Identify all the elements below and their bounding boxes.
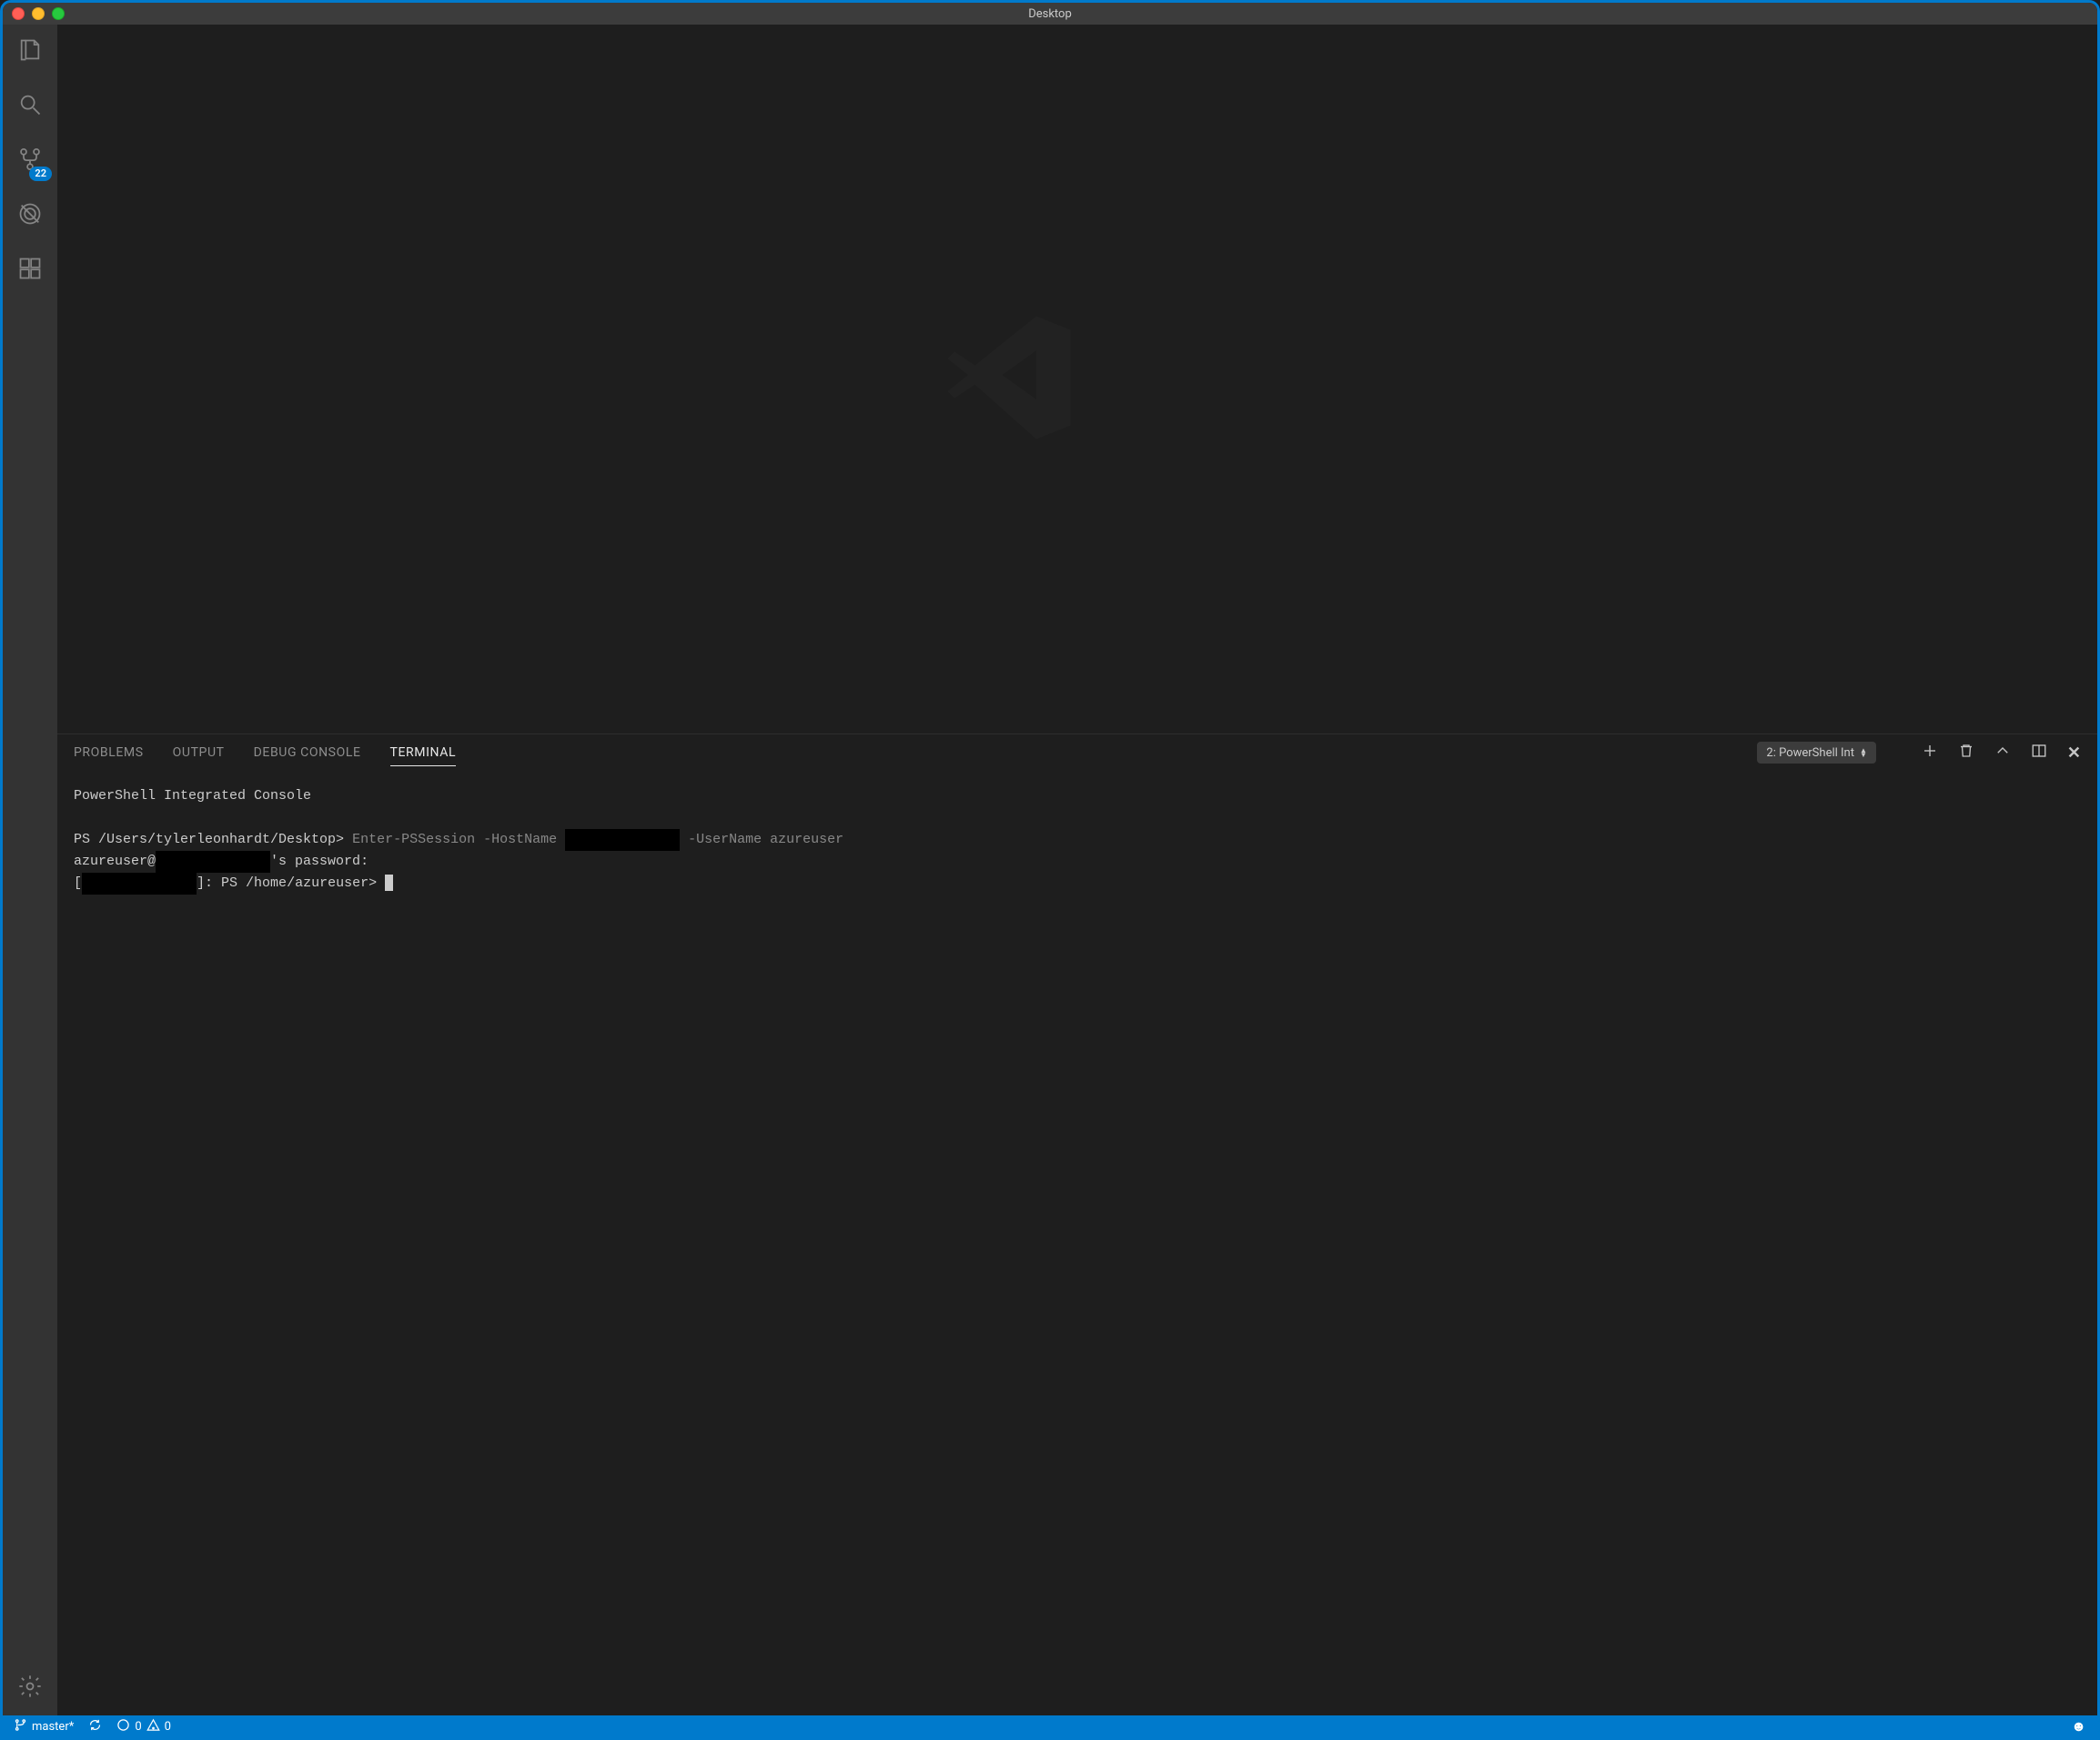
- terminal-picker-label: 2: PowerShell Int: [1766, 746, 1854, 760]
- redacted-host: [156, 851, 270, 873]
- close-panel-button[interactable]: ✕: [2067, 744, 2081, 763]
- status-feedback[interactable]: ☻: [2071, 1717, 2086, 1735]
- activity-source-control[interactable]: 22: [3, 147, 57, 176]
- terminal-banner: PowerShell Integrated Console: [74, 788, 311, 804]
- new-terminal-button[interactable]: [1922, 743, 1938, 763]
- chevron-up-icon: [1994, 743, 2011, 763]
- redacted-remote: [82, 873, 197, 895]
- terminal-cursor: [385, 875, 393, 891]
- status-error-count: 0: [135, 1720, 141, 1734]
- warning-icon: [146, 1718, 160, 1735]
- split-terminal-button[interactable]: [2031, 743, 2047, 763]
- terminal-prompt: PS /Users/tylerleonhardt/Desktop>: [74, 832, 344, 847]
- trash-icon: [1958, 743, 1974, 763]
- panel-tabs: PROBLEMS OUTPUT DEBUG CONSOLE TERMINAL 2…: [57, 734, 2097, 771]
- status-problems[interactable]: 0 0: [116, 1718, 171, 1735]
- status-branch-name: master*: [32, 1720, 74, 1734]
- status-bar: master* 0 0 ☻: [3, 1715, 2097, 1737]
- sync-icon: [88, 1718, 102, 1735]
- window-zoom-button[interactable]: [52, 7, 65, 20]
- gear-icon: [17, 1674, 43, 1703]
- maximize-panel-button[interactable]: [1994, 743, 2011, 763]
- redacted-hostname: [565, 829, 680, 851]
- tab-output[interactable]: OUTPUT: [173, 740, 225, 766]
- window-close-button[interactable]: [12, 7, 25, 20]
- activity-explorer[interactable]: [3, 37, 57, 66]
- files-icon: [17, 37, 43, 66]
- extensions-icon: [17, 256, 43, 285]
- bug-icon: [17, 201, 43, 230]
- error-icon: [116, 1718, 130, 1735]
- activity-extensions[interactable]: [3, 256, 57, 285]
- status-warning-count: 0: [165, 1720, 171, 1734]
- status-branch[interactable]: master*: [14, 1718, 74, 1735]
- terminal-remote-prompt: [ ]: PS /home/azureuser>: [74, 875, 385, 891]
- tab-terminal[interactable]: TERMINAL: [390, 740, 457, 766]
- vscode-logo-watermark: [941, 309, 1214, 450]
- tab-debug-console[interactable]: DEBUG CONSOLE: [254, 740, 361, 766]
- scm-badge: 22: [29, 167, 52, 181]
- plus-icon: [1922, 743, 1938, 763]
- search-icon: [17, 92, 43, 121]
- close-icon: ✕: [2067, 744, 2081, 763]
- activity-settings[interactable]: [3, 1674, 57, 1715]
- git-branch-icon: [14, 1718, 27, 1735]
- window-title: Desktop: [1028, 7, 1072, 21]
- updown-icon: ▲▼: [1860, 748, 1867, 757]
- kill-terminal-button[interactable]: [1958, 743, 1974, 763]
- status-sync[interactable]: [88, 1718, 102, 1735]
- split-icon: [2031, 743, 2047, 763]
- activity-search[interactable]: [3, 92, 57, 121]
- title-bar: Desktop: [3, 3, 2097, 25]
- smiley-icon: ☻: [2071, 1717, 2086, 1735]
- editor-area: [57, 25, 2097, 733]
- activity-bar: 22: [3, 25, 57, 1715]
- activity-debug[interactable]: [3, 201, 57, 230]
- terminal-command: Enter-PSSession -HostName -UserName azur…: [352, 832, 843, 847]
- tab-problems[interactable]: PROBLEMS: [74, 740, 144, 766]
- window-minimize-button[interactable]: [32, 7, 45, 20]
- terminal-output-line: azureuser@ 's password:: [74, 854, 369, 869]
- terminal-body[interactable]: PowerShell Integrated Console PS /Users/…: [57, 771, 2097, 1715]
- terminal-picker[interactable]: 2: PowerShell Int ▲▼: [1757, 742, 1876, 764]
